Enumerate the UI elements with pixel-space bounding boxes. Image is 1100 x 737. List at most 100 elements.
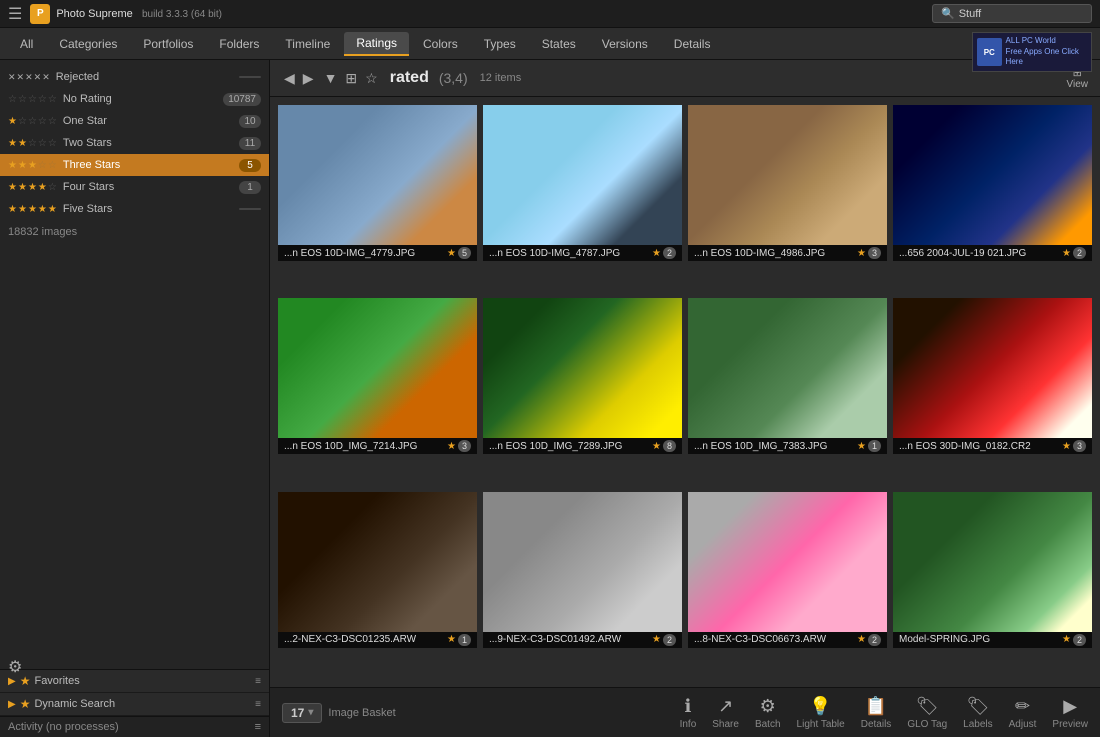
tab-colors[interactable]: Colors (411, 33, 470, 55)
ad-icon: PC (977, 60, 1002, 66)
nav-arrows: ◀ ▶ (282, 70, 316, 87)
sidebar-dynamic-search[interactable]: ▶ ★ Dynamic Search ≡ (0, 693, 269, 716)
filter-icon[interactable]: ▼ (324, 70, 338, 86)
rating-stars-fivestars: ★ ★ ★ ★ ★ (8, 204, 57, 215)
thumbnail-star-icon: ★ (1062, 248, 1071, 259)
thumbnail-item[interactable]: ...n EOS 30D-IMG_0182.CR2★3 (893, 298, 1092, 485)
thumbnail-item[interactable]: Model-SPRING.JPG★2 (893, 492, 1092, 679)
rating-item-rejected[interactable]: ✕ ✕ ✕ ✕ ✕ Rejected (0, 66, 269, 88)
rating-stars-onestar: ★ ☆ ☆ ☆ ☆ (8, 116, 57, 127)
thumbnail-count: 3 (868, 247, 881, 259)
bottom-toolbar: 17 ▾ Image Basket ℹInfo↗Share⚙Batch💡Ligh… (270, 687, 1100, 737)
tab-timeline[interactable]: Timeline (273, 33, 342, 55)
toolbar-btn-glo-tag[interactable]: 🏷GLO Tag (907, 696, 947, 730)
rating-item-onestar[interactable]: ★ ☆ ☆ ☆ ☆ One Star 10 (0, 110, 269, 132)
thumbnail-item[interactable]: ...9-NEX-C3-DSC01492.ARW★2 (483, 492, 682, 679)
basket-count[interactable]: 17 ▾ (282, 703, 322, 723)
toolbar-btn-preview[interactable]: ▶Preview (1052, 696, 1088, 730)
batch-icon: ⚙ (760, 696, 776, 717)
search-input[interactable] (959, 8, 1079, 20)
light table-label: Light Table (797, 719, 845, 730)
adjust-label: Adjust (1009, 719, 1037, 730)
settings-icon[interactable]: ⚙ (8, 657, 22, 677)
tab-folders[interactable]: Folders (207, 33, 271, 55)
thumbnail-star-icon: ★ (447, 248, 456, 259)
thumbnail-filename: ...2-NEX-C3-DSC01235.ARW (284, 634, 443, 645)
sidebar: ✕ ✕ ✕ ✕ ✕ Rejected ☆ ☆ ☆ ☆ ☆ No Rati (0, 60, 270, 737)
dynamic-arrow-icon: ▶ (8, 699, 16, 710)
dynamic-search-label: Dynamic Search (34, 698, 255, 710)
stack-icon[interactable]: ⊞ (345, 70, 357, 87)
hamburger-icon[interactable]: ☰ (8, 4, 22, 24)
rating-item-fivestars[interactable]: ★ ★ ★ ★ ★ Five Stars (0, 198, 269, 220)
sidebar-image-count: 18832 images (0, 220, 269, 244)
thumbnail-rating: ★2 (652, 634, 676, 646)
toolbar-btn-share[interactable]: ↗Share (712, 696, 739, 730)
thumbnail-rating: ★1 (857, 440, 881, 452)
back-arrow-icon[interactable]: ◀ (282, 70, 297, 87)
thumbnail-item[interactable]: ...n EOS 10D_IMG_7383.JPG★1 (688, 298, 887, 485)
bookmark-icon[interactable]: ☆ (365, 70, 378, 87)
tab-all[interactable]: All (8, 33, 45, 55)
rating-item-fourstars[interactable]: ★ ★ ★ ★ ☆ Four Stars 1 (0, 176, 269, 198)
rating-item-twostars[interactable]: ★ ★ ☆ ☆ ☆ Two Stars 11 (0, 132, 269, 154)
thumbnail-item[interactable]: ...n EOS 10D-IMG_4787.JPG★2 (483, 105, 682, 292)
content-title: rated (390, 69, 429, 87)
dynamic-menu-icon[interactable]: ≡ (255, 699, 261, 710)
thumbnail-item[interactable]: ...8-NEX-C3-DSC06673.ARW★2 (688, 492, 887, 679)
thumbnail-grid: ...n EOS 10D-IMG_4779.JPG★5...n EOS 10D-… (270, 97, 1100, 687)
thumbnail-image (483, 105, 682, 245)
thumbnail-star-icon: ★ (1062, 441, 1071, 452)
toolbar-btn-batch[interactable]: ⚙Batch (755, 696, 781, 730)
thumbnail-count: 3 (458, 440, 471, 452)
tab-types[interactable]: Types (472, 33, 528, 55)
thumbnail-item[interactable]: ...n EOS 10D_IMG_7214.JPG★3 (278, 298, 477, 485)
thumbnail-image (893, 105, 1092, 245)
tab-states[interactable]: States (530, 33, 588, 55)
thumbnail-item[interactable]: ...n EOS 10D-IMG_4986.JPG ★3 (688, 105, 887, 292)
thumbnail-count: 8 (663, 440, 676, 452)
sidebar-favorites[interactable]: ▶ ★ Favorites ≡ (0, 670, 269, 693)
rating-item-threestars[interactable]: ★ ★ ★ ☆ ☆ Three Stars 5 (0, 154, 269, 176)
thumbnail-label: ...n EOS 10D_IMG_7214.JPG★3 (278, 438, 477, 454)
thumbnail-filename: ...n EOS 30D-IMG_0182.CR2 (899, 441, 1058, 452)
basket-chevron-icon: ▾ (308, 707, 313, 718)
thumbnail-star-icon: ★ (857, 248, 866, 259)
app-icon: P (30, 4, 50, 24)
preview-label: Preview (1052, 719, 1088, 730)
forward-arrow-icon[interactable]: ▶ (301, 70, 316, 87)
item-count: 12 items (480, 72, 522, 84)
thumbnail-item[interactable]: ...2-NEX-C3-DSC01235.ARW★1 (278, 492, 477, 679)
activity-menu-icon[interactable]: ≡ (255, 721, 261, 733)
rating-count-rejected (239, 76, 261, 78)
thumbnail-star-icon: ★ (447, 441, 456, 452)
activity-label: Activity (no processes) (8, 721, 119, 733)
search-box[interactable]: 🔍 (932, 4, 1092, 23)
rating-item-norating[interactable]: ☆ ☆ ☆ ☆ ☆ No Rating 10787 (0, 88, 269, 110)
toolbar-btn-light-table[interactable]: 💡Light Table (797, 696, 845, 730)
toolbar-btn-adjust[interactable]: ✏Adjust (1009, 696, 1037, 730)
tab-categories[interactable]: Categories (47, 33, 129, 55)
thumbnail-label: ...8-NEX-C3-DSC06673.ARW★2 (688, 632, 887, 648)
rating-stars-threestars: ★ ★ ★ ☆ ☆ (8, 160, 57, 171)
thumbnail-item[interactable]: ...n EOS 10D_IMG_7289.JPG★8 (483, 298, 682, 485)
tab-ratings[interactable]: Ratings (344, 32, 409, 56)
thumbnail-item[interactable]: ...656 2004-JUL-19 021.JPG★2 (893, 105, 1092, 292)
rating-count-threestars: 5 (239, 159, 261, 172)
toolbar-btn-info[interactable]: ℹInfo (680, 696, 697, 730)
info-label: Info (680, 719, 697, 730)
thumbnail-count: 1 (458, 634, 471, 646)
thumbnail-filename: ...n EOS 10D-IMG_4986.JPG (694, 248, 853, 259)
toolbar-btn-details[interactable]: 📋Details (861, 696, 892, 730)
toolbar-btn-labels[interactable]: 🏷Labels (963, 696, 992, 730)
thumbnail-count: 2 (868, 634, 881, 646)
view-label: View (1067, 79, 1089, 90)
sidebar-bottom: ▶ ★ Favorites ≡ ▶ ★ Dynamic Search ≡ Act… (0, 669, 269, 737)
tab-portfolios[interactable]: Portfolios (131, 33, 205, 55)
tab-details[interactable]: Details (662, 33, 723, 55)
thumbnail-filename: ...n EOS 10D-IMG_4779.JPG (284, 248, 443, 259)
rating-count-twostars: 11 (239, 137, 261, 150)
thumbnail-item[interactable]: ...n EOS 10D-IMG_4779.JPG★5 (278, 105, 477, 292)
tab-versions[interactable]: Versions (590, 33, 660, 55)
favorites-menu-icon[interactable]: ≡ (255, 676, 261, 687)
